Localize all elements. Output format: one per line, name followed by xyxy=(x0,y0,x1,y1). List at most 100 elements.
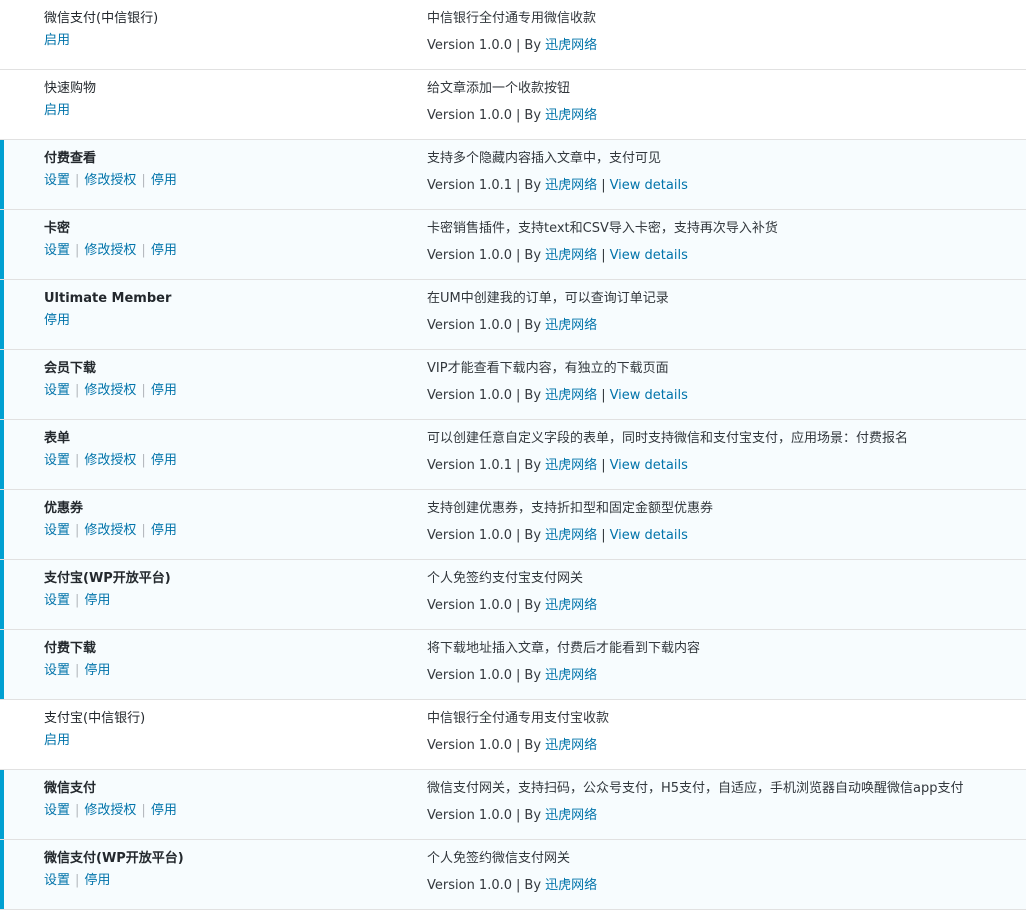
author-link[interactable]: 迅虎网络 xyxy=(545,738,597,753)
row-actions: 设置 | 停用 xyxy=(44,872,404,890)
author-link[interactable]: 迅虎网络 xyxy=(545,668,597,683)
activate-link[interactable]: 启用 xyxy=(44,103,70,118)
row-actions: 设置 | 修改授权 | 停用 xyxy=(44,802,404,820)
author-link[interactable]: 迅虎网络 xyxy=(545,318,597,333)
view-details-link[interactable]: View details xyxy=(610,388,688,403)
author-link[interactable]: 迅虎网络 xyxy=(545,528,597,543)
settings-link[interactable]: 设置 xyxy=(44,173,70,188)
author-link[interactable]: 迅虎网络 xyxy=(545,808,597,823)
plugin-row: 支付宝(WP开放平台) 设置 | 停用 个人免签约支付宝支付网关 Version 1.0.… xyxy=(0,560,1026,630)
author-link[interactable]: 迅虎网络 xyxy=(545,248,597,263)
by-label: By xyxy=(524,318,542,333)
deactivate-link[interactable]: 停用 xyxy=(151,243,177,258)
plugin-version: Version 1.0.0 xyxy=(427,598,513,613)
plugin-description: 中信银行全付通专用支付宝收款 xyxy=(427,711,610,726)
meta-separator: | xyxy=(601,178,606,193)
meta-separator: | xyxy=(516,598,521,613)
author-link[interactable]: 迅虎网络 xyxy=(545,108,597,123)
deactivate-link[interactable]: 停用 xyxy=(151,523,177,538)
settings-link[interactable]: 设置 xyxy=(44,803,70,818)
plugin-row: 表单 设置 | 修改授权 | 停用 可以创建任意自定义字段的表单，同时支持微信和支付宝支付，… xyxy=(0,420,1026,490)
action-separator: | xyxy=(141,523,146,538)
plugin-row: 微信支付 设置 | 修改授权 | 停用 微信支付网关，支持扫码，公众号支付，H5支付，自适应… xyxy=(0,770,1026,840)
action-separator: | xyxy=(75,243,80,258)
activate-link[interactable]: 启用 xyxy=(44,733,70,748)
author-link[interactable]: 迅虎网络 xyxy=(545,178,597,193)
settings-link[interactable]: 设置 xyxy=(44,243,70,258)
plugin-description: 支持创建优惠券，支持折扣型和固定金额型优惠券 xyxy=(427,501,714,516)
edit-license-link[interactable]: 修改授权 xyxy=(84,383,136,398)
plugin-row: 付费下载设置 | 停用 将下载地址插入文章，付费后才能看到下载内容 Version 1.… xyxy=(0,630,1026,700)
deactivate-link[interactable]: 停用 xyxy=(151,173,177,188)
edit-license-link[interactable]: 修改授权 xyxy=(84,803,136,818)
by-label: By xyxy=(524,458,542,473)
plugin-name-column: 表单 设置 | 修改授权 | 停用 xyxy=(44,430,404,470)
plugin-name-column: 会员下载 设置 | 修改授权 | 停用 xyxy=(44,360,404,400)
meta-separator: | xyxy=(516,878,521,893)
settings-link[interactable]: 设置 xyxy=(44,383,70,398)
action-separator: | xyxy=(75,383,80,398)
meta-separator: | xyxy=(516,738,521,753)
plugin-description: 将下载地址插入文章，付费后才能看到下载内容 xyxy=(427,641,701,656)
by-label: By xyxy=(524,878,542,893)
view-details-link[interactable]: View details xyxy=(610,528,688,543)
settings-link[interactable]: 设置 xyxy=(44,523,70,538)
deactivate-link[interactable]: 停用 xyxy=(151,803,177,818)
settings-link[interactable]: 设置 xyxy=(44,873,70,888)
deactivate-link[interactable]: 停用 xyxy=(84,663,110,678)
plugin-description: 个人免签约支付宝支付网关 xyxy=(427,571,584,586)
plugin-meta: Version 1.0.0 | By 迅虎网络 | View details xyxy=(427,527,1017,545)
by-label: By xyxy=(524,528,542,543)
author-link[interactable]: 迅虎网络 xyxy=(545,388,597,403)
plugin-description-column: 卡密销售插件，支持text和CSV导入卡密，支持再次导入补货 Version 1.… xyxy=(427,220,1017,265)
deactivate-link[interactable]: 停用 xyxy=(44,313,70,328)
deactivate-link[interactable]: 停用 xyxy=(84,873,110,888)
plugin-name-column: 付费查看 设置 | 修改授权 | 停用 xyxy=(44,150,404,190)
settings-link[interactable]: 设置 xyxy=(44,453,70,468)
row-actions: 停用 xyxy=(44,312,404,330)
plugin-description-column: 中信银行全付通专用支付宝收款 Version 1.0.0 | By 迅虎网络 xyxy=(427,710,1017,755)
deactivate-link[interactable]: 停用 xyxy=(84,593,110,608)
plugin-description-column: 可以创建任意自定义字段的表单，同时支持微信和支付宝支付，应用场景：付费报名 Ver… xyxy=(427,430,1017,475)
by-label: By xyxy=(524,808,542,823)
plugin-row: 会员下载 设置 | 修改授权 | 停用 VIP才能查看下载内容，有独立的下载页面 Versio… xyxy=(0,350,1026,420)
edit-license-link[interactable]: 修改授权 xyxy=(84,243,136,258)
plugin-version: Version 1.0.1 xyxy=(427,178,513,193)
plugin-name-column: 微信支付(WP开放平台) 设置 | 停用 xyxy=(44,850,404,890)
plugin-name-column: 微信支付(中信银行) 启用 xyxy=(44,10,404,50)
view-details-link[interactable]: View details xyxy=(610,458,688,473)
author-link[interactable]: 迅虎网络 xyxy=(545,38,597,53)
plugin-description-column: 个人免签约微信支付网关 Version 1.0.0 | By 迅虎网络 xyxy=(427,850,1017,895)
plugin-meta: Version 1.0.0 | By 迅虎网络 | View details xyxy=(427,387,1017,405)
meta-separator: | xyxy=(516,248,521,263)
plugin-meta: Version 1.0.0 | By 迅虎网络 xyxy=(427,737,1017,755)
settings-link[interactable]: 设置 xyxy=(44,663,70,678)
plugin-meta: Version 1.0.1 | By 迅虎网络 | View details xyxy=(427,457,1017,475)
row-actions: 设置 | 修改授权 | 停用 xyxy=(44,242,404,260)
activate-link[interactable]: 启用 xyxy=(44,33,70,48)
action-separator: | xyxy=(75,173,80,188)
row-actions: 设置 | 停用 xyxy=(44,662,404,680)
view-details-link[interactable]: View details xyxy=(610,178,688,193)
plugin-title: 付费查看 xyxy=(44,151,97,166)
plugin-description-column: 将下载地址插入文章，付费后才能看到下载内容 Version 1.0.0 | By 迅虎… xyxy=(427,640,1017,685)
row-actions: 启用 xyxy=(44,102,404,120)
meta-separator: | xyxy=(601,388,606,403)
author-link[interactable]: 迅虎网络 xyxy=(545,458,597,473)
plugin-description-column: 支持创建优惠券，支持折扣型和固定金额型优惠券 Version 1.0.0 | By 迅… xyxy=(427,500,1017,545)
plugin-title: 付费下载 xyxy=(44,641,97,656)
settings-link[interactable]: 设置 xyxy=(44,593,70,608)
meta-separator: | xyxy=(516,38,521,53)
plugin-description: 微信支付网关，支持扫码，公众号支付，H5支付，自适应，手机浏览器自动唤醒微信ap… xyxy=(427,781,964,796)
edit-license-link[interactable]: 修改授权 xyxy=(84,173,136,188)
edit-license-link[interactable]: 修改授权 xyxy=(84,523,136,538)
deactivate-link[interactable]: 停用 xyxy=(151,453,177,468)
deactivate-link[interactable]: 停用 xyxy=(151,383,177,398)
plugin-description: 可以创建任意自定义字段的表单，同时支持微信和支付宝支付，应用场景：付费报名 xyxy=(427,431,909,446)
view-details-link[interactable]: View details xyxy=(610,248,688,263)
author-link[interactable]: 迅虎网络 xyxy=(545,878,597,893)
plugin-version: Version 1.0.0 xyxy=(427,878,513,893)
author-link[interactable]: 迅虎网络 xyxy=(545,598,597,613)
edit-license-link[interactable]: 修改授权 xyxy=(84,453,136,468)
plugin-title: 优惠券 xyxy=(44,501,84,516)
